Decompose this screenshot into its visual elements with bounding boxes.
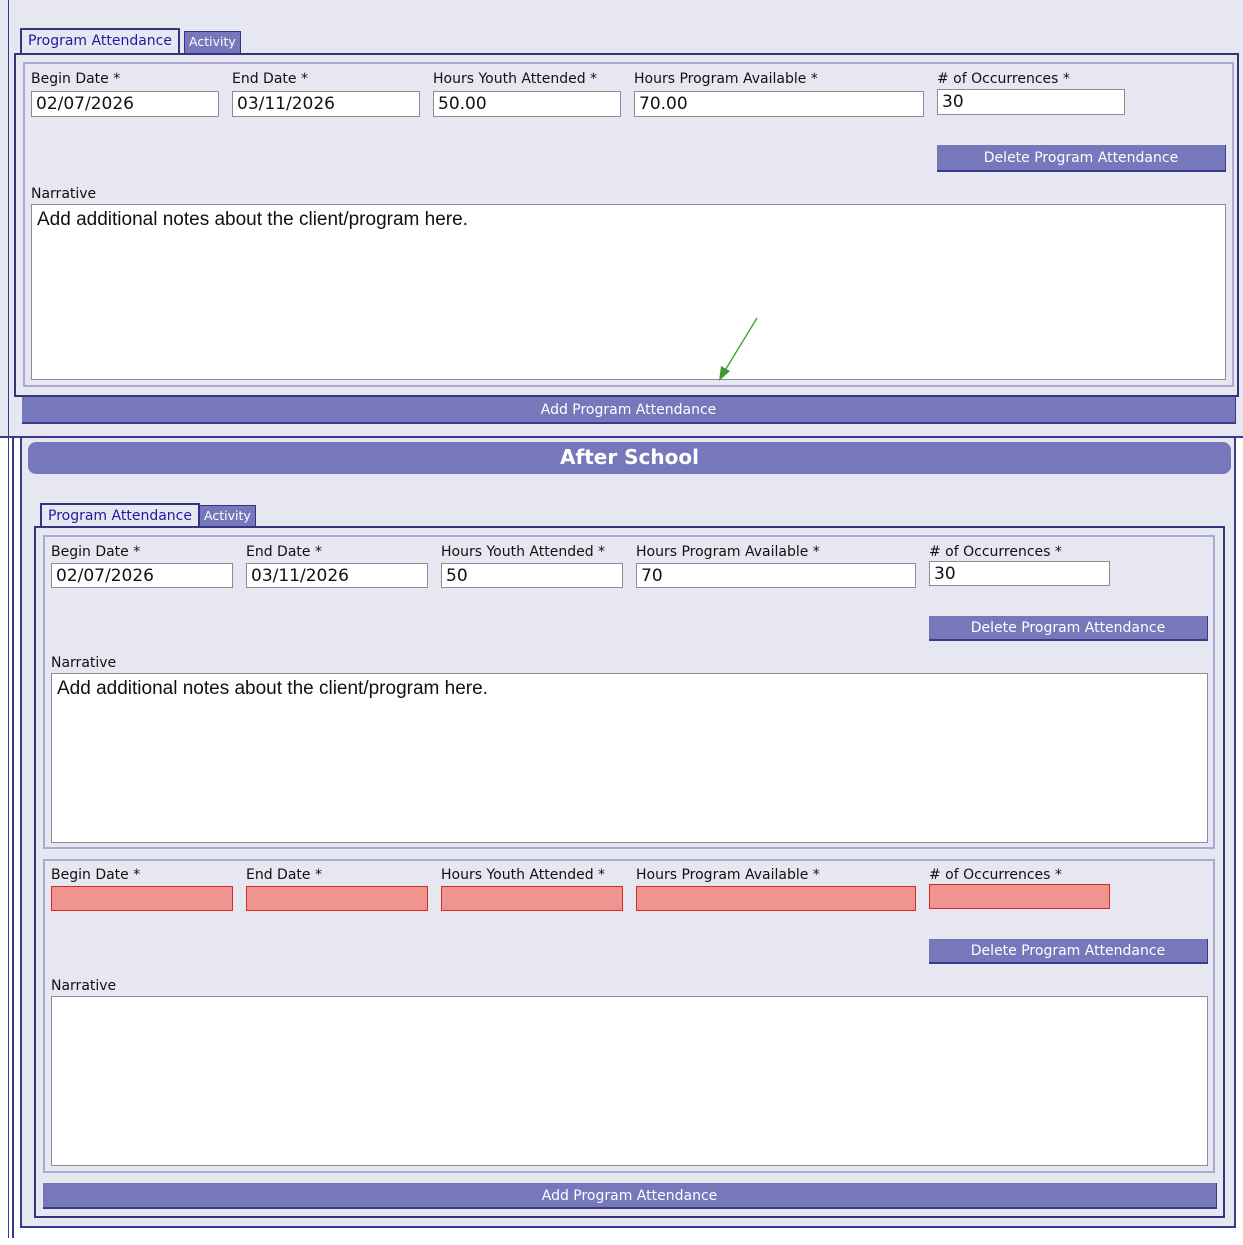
occurrences-field[interactable]: 30 xyxy=(937,89,1125,115)
occurrences-label: # of Occurrences * xyxy=(929,544,1062,560)
tab-activity[interactable]: Activity xyxy=(184,31,241,53)
panel-left-border xyxy=(8,0,9,438)
hours-program-field-error[interactable] xyxy=(636,886,916,911)
occurrences-label: # of Occurrences * xyxy=(937,71,1070,87)
add-attendance-button[interactable]: Add Program Attendance xyxy=(22,397,1236,424)
hours-youth-label: Hours Youth Attended * xyxy=(441,544,606,560)
hours-youth-label: Hours Youth Attended * xyxy=(433,71,598,87)
end-date-label: End Date * xyxy=(232,71,308,87)
narrative-textarea[interactable]: Add additional notes about the client/pr… xyxy=(31,204,1226,380)
hours-youth-field-error[interactable] xyxy=(441,886,623,911)
tab-program-attendance[interactable]: Program Attendance xyxy=(20,28,180,53)
begin-date-label: Begin Date * xyxy=(51,544,141,560)
hours-youth-field[interactable]: 50.00 xyxy=(433,91,621,117)
delete-attendance-button[interactable]: Delete Program Attendance xyxy=(937,145,1226,172)
hours-program-field[interactable]: 70.00 xyxy=(634,91,924,117)
end-date-field-error[interactable] xyxy=(246,886,428,911)
delete-attendance-button[interactable]: Delete Program Attendance xyxy=(929,616,1208,641)
hours-program-field[interactable]: 70 xyxy=(636,563,916,588)
narrative-textarea[interactable] xyxy=(51,996,1208,1166)
hours-program-label: Hours Program Available * xyxy=(634,71,818,87)
outer-border-line-inner xyxy=(12,438,14,1238)
end-date-field[interactable]: 03/11/2026 xyxy=(246,563,428,588)
after-school-header: After School xyxy=(28,442,1231,474)
narrative-label: Narrative xyxy=(31,186,97,202)
outer-border-line xyxy=(8,438,9,1238)
hours-program-label: Hours Program Available * xyxy=(636,544,820,560)
hours-youth-label: Hours Youth Attended * xyxy=(441,867,606,883)
narrative-textarea[interactable]: Add additional notes about the client/pr… xyxy=(51,673,1208,843)
add-attendance-button[interactable]: Add Program Attendance xyxy=(43,1183,1217,1209)
narrative-label: Narrative xyxy=(51,978,117,994)
narrative-label: Narrative xyxy=(51,655,117,671)
end-date-label: End Date * xyxy=(246,867,322,883)
hours-youth-field[interactable]: 50 xyxy=(441,563,623,588)
tab-activity[interactable]: Activity xyxy=(199,505,256,527)
begin-date-field[interactable]: 02/07/2026 xyxy=(31,91,219,117)
end-date-label: End Date * xyxy=(246,544,322,560)
delete-attendance-button[interactable]: Delete Program Attendance xyxy=(929,939,1208,964)
begin-date-label: Begin Date * xyxy=(31,71,121,87)
annotation-arrow-icon xyxy=(719,317,758,381)
end-date-field[interactable]: 03/11/2026 xyxy=(232,91,420,117)
begin-date-field[interactable]: 02/07/2026 xyxy=(51,563,233,588)
hours-program-label: Hours Program Available * xyxy=(636,867,820,883)
occurrences-field-error[interactable] xyxy=(929,884,1110,909)
begin-date-field-error[interactable] xyxy=(51,886,233,911)
tab-program-attendance[interactable]: Program Attendance xyxy=(40,503,200,528)
begin-date-label: Begin Date * xyxy=(51,867,141,883)
occurrences-field[interactable]: 30 xyxy=(929,561,1110,586)
occurrences-label: # of Occurrences * xyxy=(929,867,1062,883)
